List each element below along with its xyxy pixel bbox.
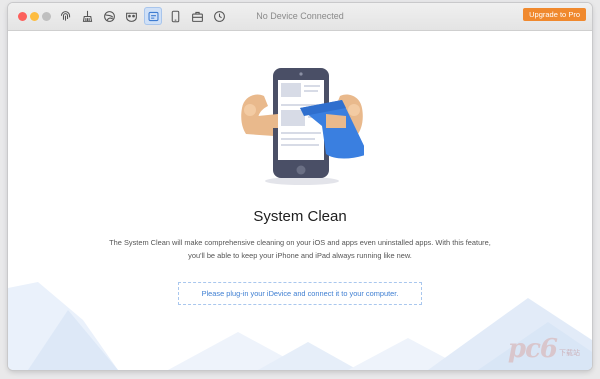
hero-shadow (265, 177, 339, 185)
watermark-logo: pc6 (507, 334, 558, 364)
feature-description: The System Clean will make comprehensive… (109, 238, 491, 260)
watermark: pc6 下载站 (508, 334, 580, 364)
connect-device-notice: Please plug-in your iDevice and connect … (178, 282, 422, 305)
watermark-subtitle: 下载站 (559, 350, 580, 357)
system-clean-illustration (241, 68, 364, 185)
upgrade-to-pro-button[interactable]: Upgrade to Pro (523, 8, 586, 21)
window-title: No Device Connected (256, 11, 344, 21)
page-title: System Clean (253, 208, 347, 225)
main-content: System Clean The System Clean will make … (8, 31, 592, 370)
title-bar: No Device Connected Upgrade to Pro (8, 3, 592, 31)
app-window: No Device Connected Upgrade to Pro Syste… (8, 3, 592, 370)
